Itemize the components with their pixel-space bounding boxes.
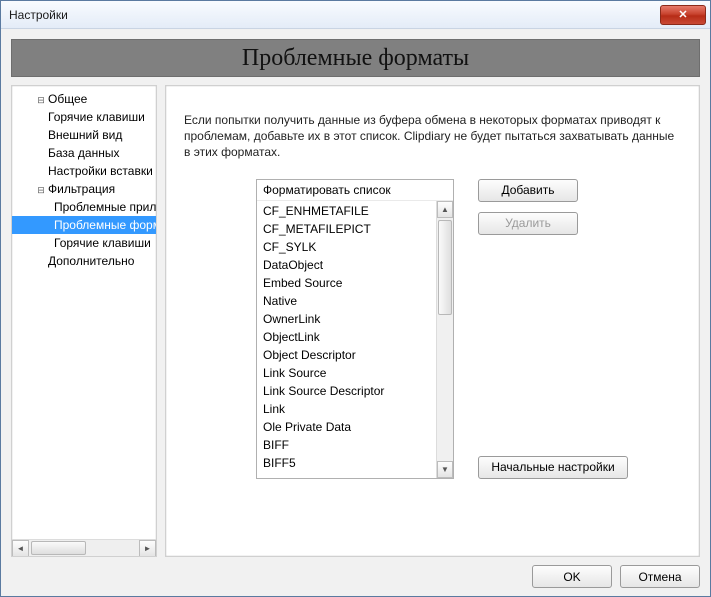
list-item[interactable]: CF_METAFILEPICT <box>257 219 436 237</box>
list-item[interactable]: BIFF5 <box>257 453 436 471</box>
list-item[interactable]: Link <box>257 399 436 417</box>
list-item[interactable]: CF_SYLK <box>257 237 436 255</box>
tree-item-label: Фильтрация <box>48 182 115 196</box>
scroll-up-button[interactable]: ▲ <box>437 201 453 218</box>
tree-horizontal-scrollbar[interactable]: ◄ ► <box>12 539 156 556</box>
tree-item-label: База данных <box>48 146 119 160</box>
tree-item-label: Дополнительно <box>48 254 134 268</box>
list-vertical-scrollbar[interactable]: ▲ ▼ <box>436 201 453 478</box>
list-body: CF_ENHMETAFILECF_METAFILEPICTCF_SYLKData… <box>257 200 453 478</box>
tree-item[interactable]: Настройки вставки <box>12 162 156 180</box>
page-title-banner: Проблемные форматы <box>11 39 700 77</box>
description-text: Если попытки получить данные из буфера о… <box>184 112 681 161</box>
tree-item[interactable]: Проблемные форматы <box>12 216 156 234</box>
list-item[interactable]: Native <box>257 291 436 309</box>
list-item[interactable]: CF_ENHMETAFILE <box>257 201 436 219</box>
scroll-right-button[interactable]: ► <box>139 540 156 557</box>
list-items[interactable]: CF_ENHMETAFILECF_METAFILEPICTCF_SYLKData… <box>257 201 436 478</box>
tree-connector-icon: ⊟ <box>36 91 46 108</box>
tree-item[interactable]: Горячие клавиши <box>12 234 156 252</box>
tree-item-label: Горячие клавиши <box>54 236 151 250</box>
close-icon: ✕ <box>678 8 687 21</box>
tree-item-label: Горячие клавиши <box>48 110 145 124</box>
list-item[interactable]: OwnerLink <box>257 309 436 327</box>
list-item[interactable]: Object Descriptor <box>257 345 436 363</box>
tree-item-label: Внешний вид <box>48 128 122 142</box>
chevron-right-icon: ► <box>144 544 152 553</box>
tree-item[interactable]: База данных <box>12 144 156 162</box>
close-button[interactable]: ✕ <box>660 5 706 25</box>
list-item[interactable]: Ole Private Data <box>257 417 436 435</box>
tree-item[interactable]: Горячие клавиши <box>12 108 156 126</box>
content-area: Проблемные форматы ⊟ОбщееГорячие клавиши… <box>1 29 710 596</box>
chevron-left-icon: ◄ <box>17 544 25 553</box>
side-buttons: Добавить Удалить Начальные настройки <box>478 179 628 479</box>
list-item[interactable]: Link Source Descriptor <box>257 381 436 399</box>
list-item[interactable]: DataObject <box>257 255 436 273</box>
ok-button[interactable]: OK <box>532 565 612 588</box>
list-item[interactable]: BIFF <box>257 435 436 453</box>
dialog-footer: OK Отмена <box>11 557 700 588</box>
nav-tree[interactable]: ⊟ОбщееГорячие клавишиВнешний видБаза дан… <box>12 86 156 539</box>
list-header[interactable]: Форматировать список <box>257 180 453 200</box>
defaults-button[interactable]: Начальные настройки <box>478 456 628 479</box>
tree-item[interactable]: ⊟Фильтрация <box>12 180 156 198</box>
scroll-track[interactable] <box>437 218 453 461</box>
chevron-down-icon: ▼ <box>441 465 449 474</box>
titlebar[interactable]: Настройки ✕ <box>1 1 710 29</box>
list-item[interactable]: Link Source <box>257 363 436 381</box>
chevron-up-icon: ▲ <box>441 205 449 214</box>
tree-item[interactable]: Дополнительно <box>12 252 156 270</box>
tree-item-label: Настройки вставки <box>48 164 153 178</box>
defaults-row: Начальные настройки <box>478 456 628 479</box>
format-area: Форматировать список CF_ENHMETAFILECF_ME… <box>184 179 681 479</box>
scroll-left-button[interactable]: ◄ <box>12 540 29 557</box>
nav-tree-panel: ⊟ОбщееГорячие клавишиВнешний видБаза дан… <box>11 85 157 557</box>
main-panel: Если попытки получить данные из буфера о… <box>165 85 700 557</box>
list-item[interactable]: ObjectLink <box>257 327 436 345</box>
list-item[interactable]: Embed Source <box>257 273 436 291</box>
tree-item-label: Проблемные форматы <box>54 218 156 232</box>
scroll-down-button[interactable]: ▼ <box>437 461 453 478</box>
cancel-button[interactable]: Отмена <box>620 565 700 588</box>
tree-item[interactable]: Проблемные приложения <box>12 198 156 216</box>
format-list[interactable]: Форматировать список CF_ENHMETAFILECF_ME… <box>256 179 454 479</box>
tree-item[interactable]: ⊟Общее <box>12 90 156 108</box>
panes: ⊟ОбщееГорячие клавишиВнешний видБаза дан… <box>11 85 700 557</box>
window-title: Настройки <box>9 8 68 22</box>
remove-button[interactable]: Удалить <box>478 212 578 235</box>
scroll-track[interactable] <box>29 540 139 557</box>
add-button[interactable]: Добавить <box>478 179 578 202</box>
tree-item-label: Проблемные приложения <box>54 200 156 214</box>
tree-item-label: Общее <box>48 92 87 106</box>
tree-item[interactable]: Внешний вид <box>12 126 156 144</box>
scroll-thumb[interactable] <box>438 220 452 315</box>
collapse-icon[interactable]: ⊟ <box>36 181 46 198</box>
settings-window: Настройки ✕ Проблемные форматы ⊟ОбщееГор… <box>0 0 711 597</box>
scroll-thumb[interactable] <box>31 541 86 555</box>
